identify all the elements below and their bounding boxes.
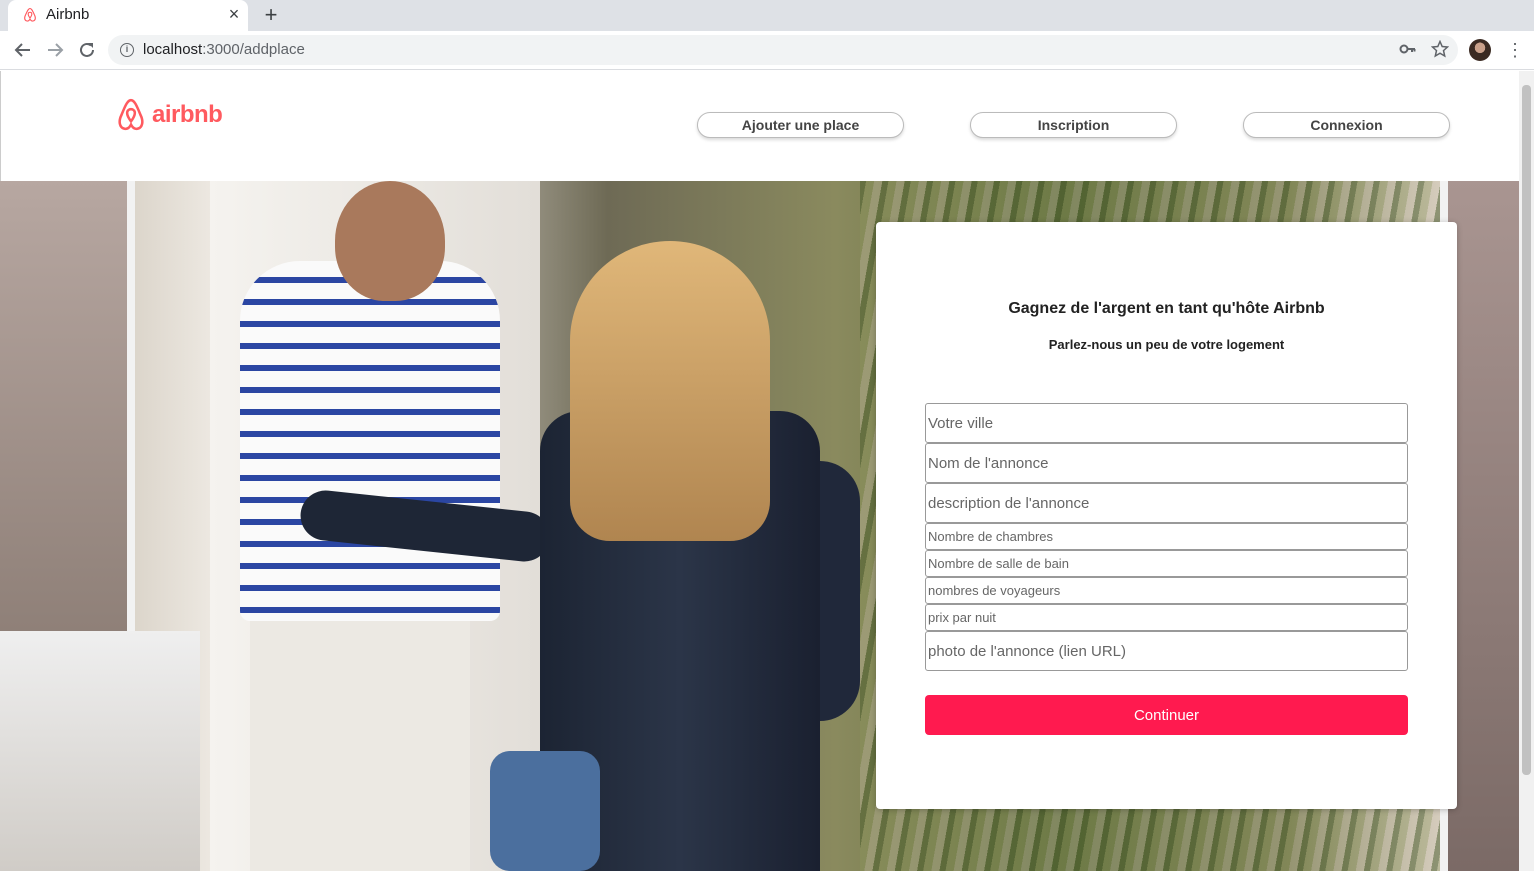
airbnb-logo-icon [118,98,144,131]
close-tab-icon[interactable]: × [224,4,244,25]
hero-sill [0,631,200,871]
scrollbar-thumb[interactable] [1522,85,1531,775]
key-icon[interactable] [1398,40,1418,60]
tab-title: Airbnb [46,6,90,23]
page: airbnb Ajouter une place Inscription Con… [0,71,1519,871]
nav-signup-button[interactable]: Inscription [970,112,1177,138]
profile-avatar[interactable] [1469,39,1491,61]
listing-name-input[interactable] [925,443,1408,483]
nav-login-button[interactable]: Connexion [1243,112,1450,138]
bathrooms-input[interactable] [925,550,1408,577]
nav-add-place-button[interactable]: Ajouter une place [697,112,904,138]
logo-text: airbnb [152,101,223,128]
back-icon[interactable] [12,39,34,61]
airbnb-favicon-icon [24,7,36,22]
info-icon[interactable]: i [120,43,134,57]
continue-button[interactable]: Continuer [925,695,1408,735]
menu-icon[interactable]: ⋮ [1506,39,1524,61]
browser-tab[interactable]: Airbnb × [8,0,248,31]
page-scrollbar[interactable] [1519,71,1534,871]
address-bar[interactable]: i localhost:3000/addplace [108,35,1458,65]
site-header: airbnb Ajouter une place Inscription Con… [0,71,1519,181]
url-text: localhost:3000/addplace [143,41,305,58]
tab-strip: Airbnb × + [0,0,1534,31]
hero-guest-figure [490,241,860,871]
form-title: Gagnez de l'argent en tant qu'hôte Airbn… [1008,300,1325,317]
browser-toolbar: i localhost:3000/addplace ⋮ [0,31,1534,70]
forward-icon[interactable] [44,39,66,61]
travelers-input[interactable] [925,577,1408,604]
photo-url-input[interactable] [925,631,1408,671]
star-icon[interactable] [1430,39,1450,60]
form-subtitle: Parlez-nous un peu de votre logement [1048,337,1285,352]
airbnb-logo[interactable]: airbnb [114,97,223,133]
new-tab-button[interactable]: + [260,2,282,28]
hero-window-left [0,181,135,631]
city-input[interactable] [925,403,1408,443]
listing-description-input[interactable] [925,483,1408,523]
reload-icon[interactable] [76,39,98,61]
bedrooms-input[interactable] [925,523,1408,550]
price-per-night-input[interactable] [925,604,1408,631]
add-place-form-card: Gagnez de l'argent en tant qu'hôte Airbn… [876,222,1457,809]
